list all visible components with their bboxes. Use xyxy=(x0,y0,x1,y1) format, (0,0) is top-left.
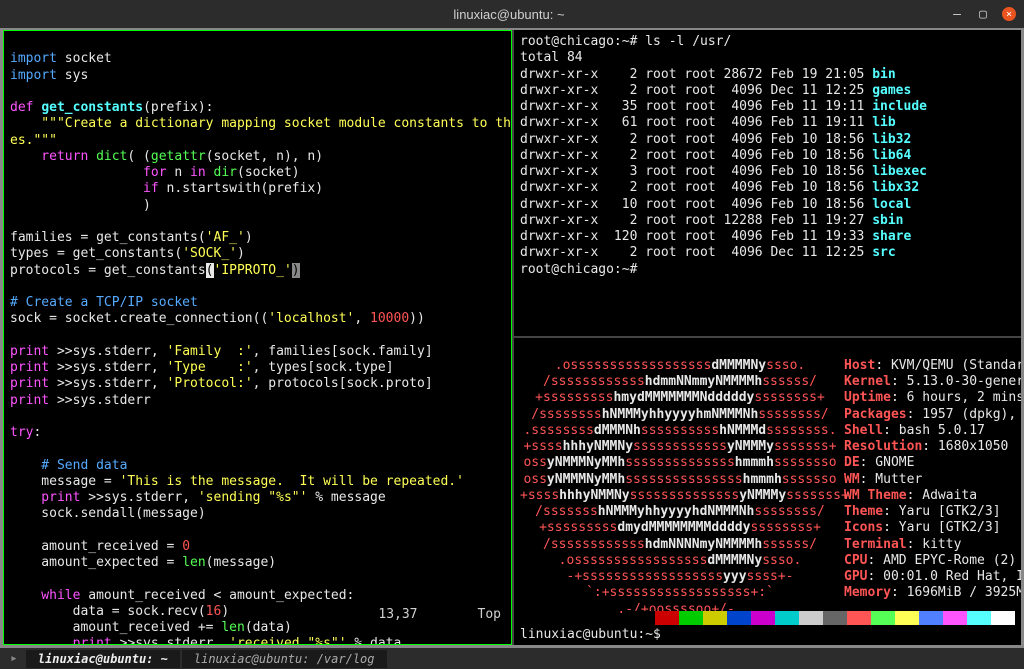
info-row: Packages: 1957 (dpkg), 12 (s xyxy=(844,407,1021,423)
vim-scroll-pos: Top xyxy=(478,607,501,623)
neofetch-output: .ossssssssssssssssssdMMMMNyssso./sssssss… xyxy=(520,358,1015,618)
vim-cursor-pos: 13,37 xyxy=(378,607,417,623)
logo-line: -+ssssssssssssssssssyyyssss+- xyxy=(520,569,840,585)
prompt-line[interactable]: root@chicago:~# xyxy=(520,262,637,277)
system-info: Host: KVM/QEMU (Standard PCKernel: 5.13.… xyxy=(844,358,1021,618)
color-swatch xyxy=(847,611,871,625)
logo-line: /sssssssssssshdmNNNNmyNMMMMhssssss/ xyxy=(520,537,840,553)
color-swatch xyxy=(775,611,799,625)
ls-row: drwxr-xr-x 2 root root 4096 Feb 10 18:56… xyxy=(520,132,1015,148)
info-row: Shell: bash 5.0.17 xyxy=(844,423,1021,439)
terminal-tab[interactable]: linuxiac@ubuntu: ~ xyxy=(26,650,180,668)
shell-pane-bottom[interactable]: .ossssssssssssssssssdMMMMNyssso./sssssss… xyxy=(512,338,1021,646)
color-swatch xyxy=(967,611,991,625)
vim-pane[interactable]: import socket import sys def get_constan… xyxy=(3,30,512,645)
info-row: Uptime: 6 hours, 2 mins xyxy=(844,390,1021,406)
ls-row: drwxr-xr-x 61 root root 4096 Feb 11 19:1… xyxy=(520,115,1015,131)
color-swatches xyxy=(631,611,1015,625)
color-swatch xyxy=(919,611,943,625)
ls-row: drwxr-xr-x 120 root root 4096 Feb 11 19:… xyxy=(520,229,1015,245)
logo-line: .ssssssssdMMMNhsssssssssshNMMMdssssssss. xyxy=(520,423,840,439)
logo-line: +sssshhhyNMMNyssssssssssssyNMMMysssssss+ xyxy=(520,439,840,455)
ls-row: drwxr-xr-x 35 root root 4096 Feb 11 19:1… xyxy=(520,99,1015,115)
color-swatch xyxy=(631,611,655,625)
color-swatch xyxy=(871,611,895,625)
terminal-tab-bar: ▸ linuxiac@ubuntu: ~ linuxiac@ubuntu: /v… xyxy=(0,648,1024,669)
color-swatch xyxy=(895,611,919,625)
info-row: Icons: Yaru [GTK2/3] xyxy=(844,520,1021,536)
logo-line: +ssssssssshmydMMMMMMMNdddddyssssssss+ xyxy=(520,390,840,406)
info-row: Terminal: kitty xyxy=(844,537,1021,553)
ls-row: drwxr-xr-x 2 root root 4096 Dec 11 12:25… xyxy=(520,245,1015,261)
info-row: Memory: 1696MiB / 3925MiB xyxy=(844,585,1021,601)
logo-line: +sssshhhyNMMNyssssssssssssssyNMMMyssssss… xyxy=(520,488,840,504)
logo-line: .osssssssssssssssssdMMMMNyssso. xyxy=(520,553,840,569)
info-row: Theme: Yaru [GTK2/3] xyxy=(844,504,1021,520)
matching-bracket: ( xyxy=(206,263,214,278)
info-row: GPU: 00:01.0 Red Hat, Inc. Q xyxy=(844,569,1021,585)
logo-line: `:+ssssssssssssssssss+:` xyxy=(520,585,840,601)
info-row: Host: KVM/QEMU (Standard PC xyxy=(844,358,1021,374)
keyword-import: import xyxy=(10,51,57,66)
ls-row: drwxr-xr-x 2 root root 4096 Feb 10 18:56… xyxy=(520,180,1015,196)
maximize-button[interactable]: ▢ xyxy=(976,7,990,21)
color-swatch xyxy=(823,611,847,625)
prompt: root@chicago:~# xyxy=(520,34,645,49)
color-swatch xyxy=(991,611,1015,625)
app-menu-icon[interactable]: ▸ xyxy=(4,651,24,666)
color-swatch xyxy=(655,611,679,625)
info-row: Kernel: 5.13.0-30-generic xyxy=(844,374,1021,390)
logo-line: /sssssssssssshdmmNNmmyNMMMMhssssss/ xyxy=(520,374,840,390)
info-row: CPU: AMD EPYC-Rome (2) @ 3.6 xyxy=(844,553,1021,569)
logo-line: ossyNMMMNyMMhssssssssssssssshmmmhsssssso xyxy=(520,472,840,488)
vim-status-line: 13,37 Top xyxy=(11,607,501,623)
window-titlebar: linuxiac@ubuntu: ~ – ▢ × xyxy=(0,0,1024,28)
minimize-button[interactable]: – xyxy=(950,7,964,21)
shell-pane-top[interactable]: root@chicago:~# ls -l /usr/ total 84 drw… xyxy=(512,30,1021,338)
terminal-tab[interactable]: linuxiac@ubuntu: /var/log xyxy=(182,650,387,668)
color-swatch xyxy=(703,611,727,625)
ls-row: drwxr-xr-x 2 root root 28672 Feb 19 21:0… xyxy=(520,67,1015,83)
info-row: WM: Mutter xyxy=(844,472,1021,488)
close-button[interactable]: × xyxy=(1002,7,1016,21)
color-swatch xyxy=(727,611,751,625)
ls-row: drwxr-xr-x 3 root root 4096 Feb 10 18:56… xyxy=(520,164,1015,180)
logo-line: ossyNMMMNyMMhsssssssssssssshmmmhssssssso xyxy=(520,455,840,471)
function-name: get_constants xyxy=(41,100,143,115)
ls-row: drwxr-xr-x 2 root root 4096 Dec 11 12:25… xyxy=(520,83,1015,99)
distro-logo: .ossssssssssssssssssdMMMMNyssso./sssssss… xyxy=(520,358,840,618)
terminal-window[interactable]: import socket import sys def get_constan… xyxy=(0,28,1024,648)
logo-line: /sssssssshNMMMyhhyyyyhmNMMMNhssssssss/ xyxy=(520,407,840,423)
info-row: WM Theme: Adwaita xyxy=(844,488,1021,504)
cursor: ) xyxy=(292,263,300,278)
info-row: Resolution: 1680x1050 xyxy=(844,439,1021,455)
color-swatch xyxy=(679,611,703,625)
ls-row: drwxr-xr-x 2 root root 4096 Feb 10 18:56… xyxy=(520,148,1015,164)
window-title: linuxiac@ubuntu: ~ xyxy=(68,7,950,22)
color-swatch xyxy=(943,611,967,625)
prompt[interactable]: linuxiac@ubuntu:~$ xyxy=(520,627,661,643)
info-row: DE: GNOME xyxy=(844,455,1021,471)
color-swatch xyxy=(751,611,775,625)
logo-line: /ssssssshNMMMyhhyyyyhdNMMMNhssssssss/ xyxy=(520,504,840,520)
ls-row: drwxr-xr-x 10 root root 4096 Feb 10 18:5… xyxy=(520,197,1015,213)
logo-line: .ossssssssssssssssssdMMMMNyssso. xyxy=(520,358,840,374)
comment: # Create a TCP/IP socket xyxy=(10,295,198,310)
ls-row: drwxr-xr-x 2 root root 12288 Feb 11 19:2… xyxy=(520,213,1015,229)
color-swatch xyxy=(799,611,823,625)
logo-line: +sssssssssdmydMMMMMMMMddddyssssssss+ xyxy=(520,520,840,536)
command: ls -l /usr/ xyxy=(645,34,731,49)
